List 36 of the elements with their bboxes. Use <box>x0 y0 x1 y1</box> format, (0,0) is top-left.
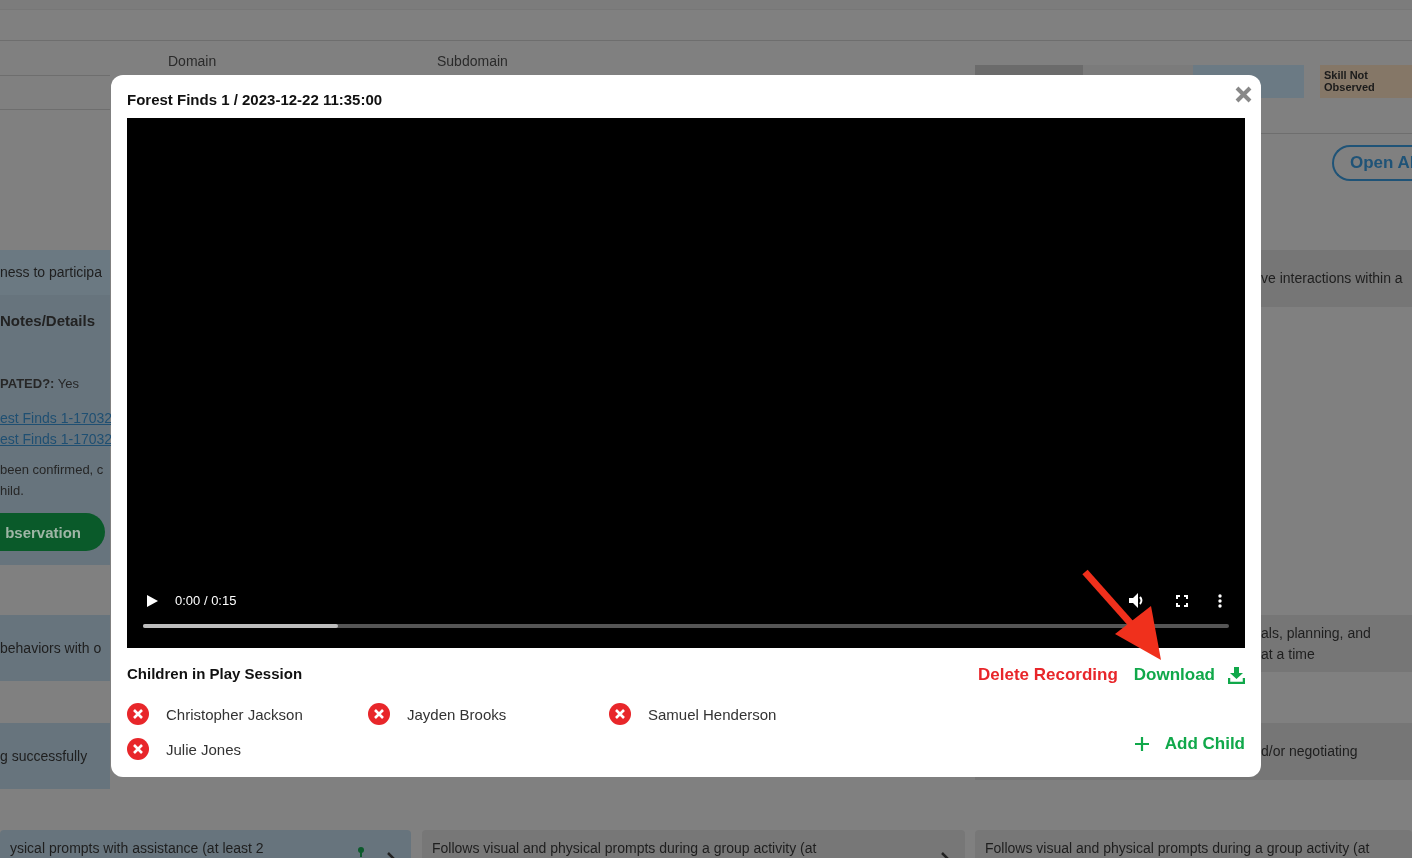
column-header: Subdomain <box>437 53 508 69</box>
more-icon[interactable] <box>1218 593 1222 608</box>
column-header: Domain <box>168 53 217 69</box>
plus-icon <box>1134 737 1149 751</box>
remove-icon[interactable] <box>609 703 631 725</box>
list-row: behaviors with o <box>0 615 110 681</box>
remove-icon[interactable] <box>127 738 149 760</box>
observation-button[interactable]: bservation <box>0 513 105 551</box>
file-link[interactable]: est Finds 1-17032 <box>0 431 113 447</box>
remove-icon[interactable] <box>127 703 149 725</box>
fullscreen-icon[interactable] <box>1176 594 1188 607</box>
child-name: Jayden Brooks <box>407 705 507 723</box>
detail-field: PATED?: Yes <box>0 376 79 391</box>
volume-icon[interactable] <box>1129 593 1146 608</box>
list-row: ness to participa <box>0 250 110 295</box>
close-icon[interactable] <box>1235 86 1252 103</box>
child-name: Samuel Henderson <box>648 705 777 723</box>
notes-heading: Notes/Details <box>0 312 96 329</box>
pin-icon <box>357 847 367 857</box>
skill-card: Follows visual and physical prompts during a group activity (at <box>975 830 1412 858</box>
add-child-button[interactable]: Add Child <box>1134 734 1245 754</box>
child-name: Julie Jones <box>166 740 242 758</box>
note-text: been confirmed, c hild. <box>0 461 104 500</box>
progress-bar[interactable] <box>143 624 1229 628</box>
section-heading: Children in Play Session <box>127 665 303 682</box>
dialog-title: Forest Finds 1 / 2023-12-22 11:35:00 <box>127 90 383 108</box>
play-icon[interactable] <box>147 594 158 607</box>
time-display: 0:00 / 0:15 <box>175 593 237 608</box>
skill-card: ysical prompts with assistance (at least 2 <box>0 830 411 858</box>
remove-icon[interactable] <box>368 703 390 725</box>
child-name: Christopher Jackson <box>166 705 303 723</box>
file-link[interactable]: est Finds 1-17032 <box>0 410 113 426</box>
skill-card: Follows visual and physical prompts during a group activity (at <box>422 830 965 858</box>
list-row: g successfully <box>0 723 110 789</box>
legend-swatch: Skill Not Observed <box>1320 65 1412 98</box>
download-icon <box>1228 666 1245 684</box>
